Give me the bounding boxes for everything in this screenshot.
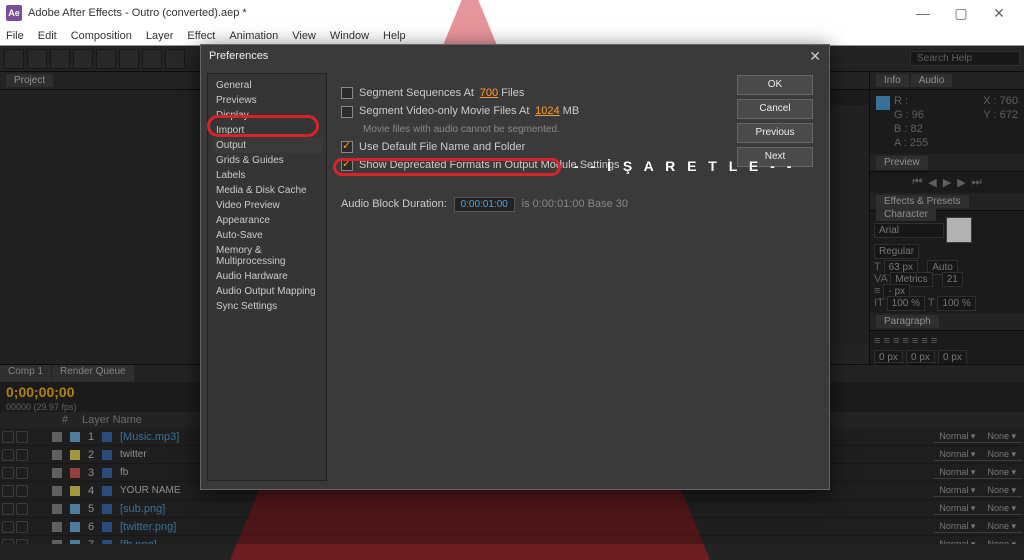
category-audio-hardware[interactable]: Audio Hardware bbox=[212, 269, 322, 284]
window-title: Adobe After Effects - Outro (converted).… bbox=[28, 7, 247, 19]
category-auto-save[interactable]: Auto-Save bbox=[212, 228, 322, 243]
abd-hint: is 0:00:01:00 Base 30 bbox=[522, 198, 628, 210]
menu-view[interactable]: View bbox=[292, 30, 316, 42]
menu-help[interactable]: Help bbox=[383, 30, 406, 42]
menu-effect[interactable]: Effect bbox=[187, 30, 215, 42]
seg-seq-value[interactable]: 700 bbox=[480, 87, 498, 99]
dialog-close-icon[interactable]: ✕ bbox=[809, 48, 821, 65]
menu-file[interactable]: File bbox=[6, 30, 24, 42]
category-list: GeneralPreviewsDisplayImportOutputGrids … bbox=[207, 73, 327, 481]
maximize-icon[interactable]: ▢ bbox=[942, 5, 980, 22]
minimize-icon[interactable]: — bbox=[904, 5, 942, 22]
category-display[interactable]: Display bbox=[212, 108, 322, 123]
category-video-preview[interactable]: Video Preview bbox=[212, 198, 322, 213]
use-default-check[interactable] bbox=[341, 141, 353, 153]
close-icon[interactable]: ✕ bbox=[980, 5, 1018, 22]
category-sync-settings[interactable]: Sync Settings bbox=[212, 299, 322, 314]
abd-input[interactable]: 0:00:01:00 bbox=[454, 197, 515, 212]
app-icon: Ae bbox=[6, 5, 22, 21]
ok-button[interactable]: OK bbox=[737, 75, 813, 95]
category-media-disk-cache[interactable]: Media & Disk Cache bbox=[212, 183, 322, 198]
category-memory-multiprocessing[interactable]: Memory & Multiprocessing bbox=[212, 243, 322, 269]
category-grids-guides[interactable]: Grids & Guides bbox=[212, 153, 322, 168]
preferences-dialog: Preferences ✕ GeneralPreviewsDisplayImpor… bbox=[200, 44, 830, 490]
seg-mov-check[interactable] bbox=[341, 106, 353, 118]
category-appearance[interactable]: Appearance bbox=[212, 213, 322, 228]
category-labels[interactable]: Labels bbox=[212, 168, 322, 183]
category-audio-output-mapping[interactable]: Audio Output Mapping bbox=[212, 284, 322, 299]
dialog-title: Preferences bbox=[209, 50, 268, 62]
menubar: File Edit Composition Layer Effect Anima… bbox=[0, 26, 1024, 46]
menu-animation[interactable]: Animation bbox=[229, 30, 278, 42]
menu-window[interactable]: Window bbox=[330, 30, 369, 42]
category-output[interactable]: Output bbox=[212, 138, 322, 153]
show-deprecated-check[interactable] bbox=[341, 159, 353, 171]
previous-button[interactable]: Previous bbox=[737, 123, 813, 143]
menu-edit[interactable]: Edit bbox=[38, 30, 57, 42]
seg-mov-value[interactable]: 1024 bbox=[535, 105, 559, 117]
cancel-button[interactable]: Cancel bbox=[737, 99, 813, 119]
seg-seq-check[interactable] bbox=[341, 87, 353, 99]
category-previews[interactable]: Previews bbox=[212, 93, 322, 108]
annotation-text: - - İ Ş A R E T L E - - bbox=[574, 158, 795, 174]
category-import[interactable]: Import bbox=[212, 123, 322, 138]
category-general[interactable]: General bbox=[212, 78, 322, 93]
menu-composition[interactable]: Composition bbox=[71, 30, 132, 42]
abd-label: Audio Block Duration: bbox=[341, 198, 447, 210]
menu-layer[interactable]: Layer bbox=[146, 30, 174, 42]
